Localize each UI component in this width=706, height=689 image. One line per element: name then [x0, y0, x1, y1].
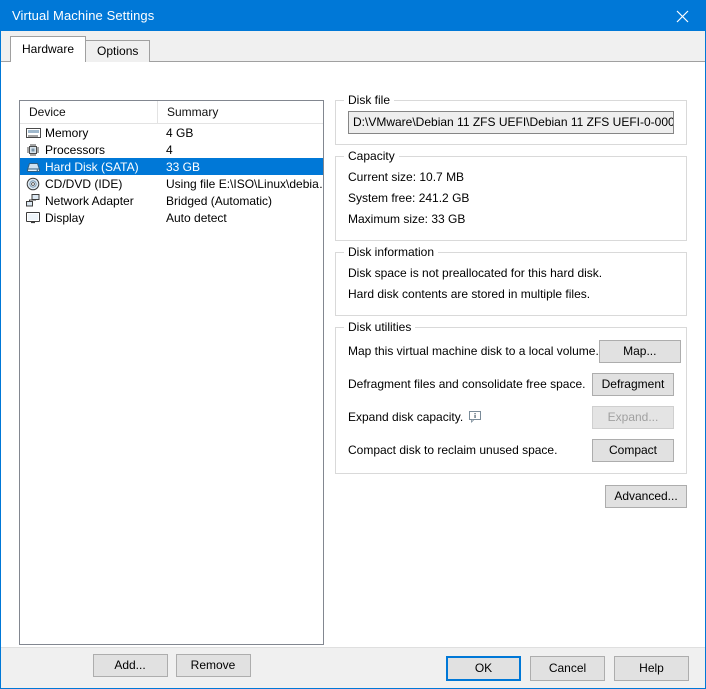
memory-icon: [25, 125, 41, 141]
device-name-label: Processors: [45, 142, 106, 157]
device-list[interactable]: Device Summary Memory 4 GB Processors 4 …: [19, 100, 324, 645]
hard-disk-settings-pane: Disk file D:\VMware\Debian 11 ZFS UEFI\D…: [335, 94, 687, 508]
device-summary-label: Auto detect: [166, 210, 227, 225]
map-disk-description: Map this virtual machine disk to a local…: [348, 344, 599, 358]
maximum-size-label: Maximum size:: [348, 212, 429, 226]
expand-description-wrap: Expand disk capacity.: [348, 410, 592, 424]
title-bar: Virtual Machine Settings: [1, 1, 705, 31]
system-free-row: System free: 241.2 GB: [348, 188, 674, 209]
capacity-group: Capacity Current size: 10.7 MB System fr…: [335, 150, 687, 241]
tab-options[interactable]: Options: [85, 40, 151, 62]
tab-strip: Hardware Options: [1, 31, 705, 62]
map-disk-row: Map this virtual machine disk to a local…: [348, 338, 681, 364]
compact-button[interactable]: Compact: [592, 438, 674, 462]
advanced-button[interactable]: Advanced...: [605, 485, 687, 508]
column-header-device: Device: [29, 105, 66, 119]
compact-row: Compact disk to reclaim unused space. Co…: [348, 437, 674, 463]
disk-information-line-2: Hard disk contents are stored in multipl…: [348, 287, 591, 301]
system-free-value: 241.2 GB: [418, 191, 470, 205]
disk-utilities-group-title: Disk utilities: [344, 321, 416, 333]
device-name-label: CD/DVD (IDE): [45, 176, 123, 191]
compact-description: Compact disk to reclaim unused space.: [348, 443, 558, 457]
table-row[interactable]: Display Auto detect: [20, 209, 323, 226]
current-size-label: Current size:: [348, 170, 417, 184]
device-name-label: Display: [45, 210, 85, 225]
network-adapter-icon: [25, 193, 41, 209]
device-summary-label: 4 GB: [166, 125, 194, 140]
expand-description: Expand disk capacity.: [348, 410, 464, 424]
table-row[interactable]: Network Adapter Bridged (Automatic): [20, 192, 323, 209]
disk-information-group-title: Disk information: [344, 246, 439, 258]
current-size-row: Current size: 10.7 MB: [348, 167, 674, 188]
disk-information-line-1: Disk space is not preallocated for this …: [348, 266, 603, 280]
table-row[interactable]: Processors 4: [20, 141, 323, 158]
device-name-label: Network Adapter: [45, 193, 134, 208]
system-free-label: System free:: [348, 191, 416, 205]
defragment-description: Defragment files and consolidate free sp…: [348, 377, 586, 391]
expand-button[interactable]: Expand...: [592, 405, 674, 429]
processor-icon: [25, 142, 41, 158]
device-name-label: Memory: [45, 125, 89, 140]
tab-hardware[interactable]: Hardware: [10, 36, 87, 62]
device-summary-label: Bridged (Automatic): [166, 193, 273, 208]
disk-file-path-field[interactable]: D:\VMware\Debian 11 ZFS UEFI\Debian 11 Z…: [348, 111, 674, 134]
current-size-value: 10.7 MB: [419, 170, 465, 184]
hardware-tab-page: Device Summary Memory 4 GB Processors 4 …: [1, 61, 705, 677]
cd-dvd-icon: [25, 176, 41, 192]
device-name-label: Hard Disk (SATA): [45, 159, 139, 174]
device-list-header: Device Summary: [20, 101, 323, 124]
map-button[interactable]: Map...: [598, 339, 681, 363]
defragment-button[interactable]: Defragment: [592, 372, 674, 396]
disk-file-group-title: Disk file: [344, 94, 395, 106]
disk-information-group: Disk information Disk space is not preal…: [335, 246, 687, 316]
device-list-actions: Add... Remove: [19, 654, 324, 677]
hard-disk-icon: [25, 159, 41, 175]
disk-utilities-group: Disk utilities Map this virtual machine …: [335, 321, 687, 474]
device-summary-label: 33 GB: [166, 159, 201, 174]
disk-file-group: Disk file D:\VMware\Debian 11 ZFS UEFI\D…: [335, 94, 687, 145]
maximum-size-value: 33 GB: [431, 212, 466, 226]
device-summary-label: 4: [166, 142, 173, 157]
advanced-row: Advanced...: [335, 485, 687, 508]
table-row[interactable]: Hard Disk (SATA) 33 GB: [20, 158, 323, 175]
defragment-row: Defragment files and consolidate free sp…: [348, 371, 674, 397]
display-icon: [25, 210, 41, 226]
capacity-group-title: Capacity: [344, 150, 399, 162]
column-header-summary: Summary: [157, 101, 323, 123]
help-button[interactable]: Help: [614, 655, 689, 681]
remove-device-button[interactable]: Remove: [175, 654, 251, 677]
table-row[interactable]: CD/DVD (IDE) Using file E:\ISO\Linux\deb…: [20, 175, 323, 192]
add-device-button[interactable]: Add...: [92, 654, 168, 677]
table-row[interactable]: Memory 4 GB: [20, 124, 323, 141]
window-title: Virtual Machine Settings: [12, 8, 155, 23]
device-summary-label: Using file E:\ISO\Linux\debia…: [166, 176, 323, 191]
maximum-size-row: Maximum size: 33 GB: [348, 209, 674, 230]
cancel-button[interactable]: Cancel: [530, 655, 605, 681]
close-icon[interactable]: [659, 1, 705, 31]
info-icon[interactable]: [469, 411, 482, 423]
device-list-body: Memory 4 GB Processors 4 Hard Disk (SATA…: [20, 124, 323, 226]
virtual-machine-settings-dialog: Virtual Machine Settings Hardware Option…: [0, 0, 706, 689]
expand-row: Expand disk capacity. Expand...: [348, 404, 674, 430]
ok-button[interactable]: OK: [446, 655, 521, 681]
